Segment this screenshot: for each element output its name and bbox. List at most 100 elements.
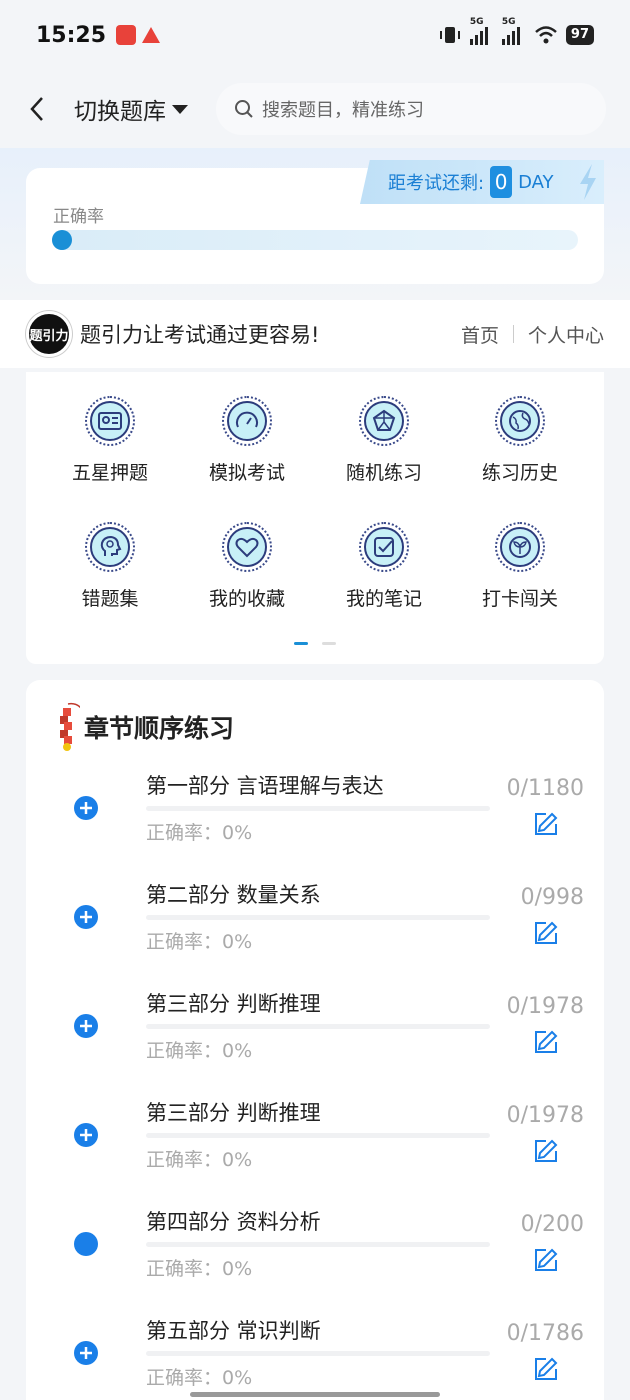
chapter-count: 0/998: [520, 885, 584, 910]
expand-dot-icon[interactable]: [74, 1232, 98, 1256]
chapter-name: 第五部分 常识判断: [146, 1319, 321, 1343]
grid-item-label: 打卡闯关: [481, 588, 558, 610]
chapter-count: 0/1978: [506, 1103, 584, 1128]
search-icon: [235, 100, 253, 118]
gauge-icon: [222, 396, 272, 446]
globe-icon: [495, 396, 545, 446]
status-time: 15:25: [36, 22, 107, 48]
expand-plus-icon[interactable]: [74, 905, 98, 929]
chapter-name: 第三部分 判断推理: [146, 992, 321, 1016]
accuracy-progress-bar: [52, 230, 578, 250]
chapter-accuracy: 正确率：0%: [146, 1149, 253, 1171]
grid-item-mock-exam[interactable]: 模拟考试: [187, 396, 307, 485]
slogan-bar: 题引力 题引力让考试通过更容易! 首页 个人中心: [0, 300, 630, 368]
accuracy-progress-indicator: [52, 230, 72, 250]
grid-item-label: 错题集: [81, 588, 139, 610]
grid-item-wrong-questions[interactable]: 错题集: [50, 522, 170, 611]
chapter-row[interactable]: 第一部分 言语理解与表达 正确率：0% 0/1180: [26, 756, 604, 865]
grid-item-random-practice[interactable]: 随机练习: [324, 396, 444, 485]
chapter-progress-bar: [146, 1242, 490, 1247]
head-icon: [85, 522, 135, 572]
expand-plus-icon[interactable]: [74, 796, 98, 820]
grid-item-favorites[interactable]: 我的收藏: [187, 522, 307, 611]
search-input[interactable]: 搜索题目，精准练习: [216, 83, 606, 135]
grid-item-five-star[interactable]: 五星押题: [50, 396, 170, 485]
expand-plus-icon[interactable]: [74, 1123, 98, 1147]
grid-pager[interactable]: [294, 642, 336, 645]
feature-grid: 五星押题 模拟考试 随机练习 练习历史 错题集 我的收藏 我的笔记 打卡闯关: [26, 372, 604, 664]
header: 切换题库 搜索题目，精准练习: [0, 70, 630, 148]
chapter-progress-bar: [146, 915, 490, 920]
chapter-accuracy: 正确率：0%: [146, 1040, 253, 1062]
expand-plus-icon[interactable]: [74, 1341, 98, 1365]
switch-bank-button[interactable]: 切换题库: [74, 92, 188, 126]
pager-dot[interactable]: [322, 642, 336, 645]
switch-bank-label: 切换题库: [74, 99, 166, 125]
edit-icon[interactable]: [532, 1028, 560, 1056]
vibrate-icon: [439, 27, 460, 43]
heart-icon: [222, 522, 272, 572]
chapter-progress-bar: [146, 806, 490, 811]
chapter-name: 第四部分 资料分析: [146, 1210, 321, 1234]
chapter-accuracy: 正确率：0%: [146, 822, 253, 844]
pager-dot-active[interactable]: [294, 642, 308, 645]
chapter-count: 0/200: [520, 1212, 584, 1237]
edit-icon[interactable]: [532, 1137, 560, 1165]
back-arrow-icon[interactable]: [24, 96, 50, 122]
chapter-count: 0/1978: [506, 994, 584, 1019]
network-icon: [359, 396, 409, 446]
grid-item-label: 五星押题: [71, 462, 148, 484]
edit-icon[interactable]: [532, 810, 560, 838]
grid-item-label: 随机练习: [345, 462, 422, 484]
home-indicator[interactable]: [190, 1392, 440, 1397]
chapter-progress-bar: [146, 1351, 490, 1356]
home-link[interactable]: 首页: [461, 321, 499, 348]
grid-item-label: 我的笔记: [345, 588, 422, 610]
chapter-accuracy: 正确率：0%: [146, 1367, 253, 1389]
app-notification-icon: [116, 25, 137, 45]
sprout-icon: [495, 522, 545, 572]
chapter-row[interactable]: 第三部分 判断推理 正确率：0% 0/1978: [26, 1083, 604, 1192]
exam-countdown-label: 距考试还剩:: [388, 173, 485, 194]
chapter-count: 0/1786: [506, 1321, 584, 1346]
slogan-links: 首页 个人中心: [461, 321, 604, 348]
grid-item-label: 我的收藏: [208, 588, 285, 610]
grid-item-notes[interactable]: 我的笔记: [324, 522, 444, 611]
status-bar: 15:25 5G 5G 97: [0, 0, 630, 70]
chapter-accuracy: 正确率：0%: [146, 1258, 253, 1280]
chapter-row[interactable]: 第五部分 常识判断 正确率：0% 0/1786: [26, 1301, 604, 1400]
chapter-practice-card: 章节顺序练习 第一部分 言语理解与表达 正确率：0% 0/1180 第二部分 数量关系…: [26, 680, 604, 1400]
edit-icon[interactable]: [532, 1355, 560, 1383]
grid-item-checkin[interactable]: 打卡闯关: [460, 522, 580, 611]
chapter-progress-bar: [146, 1133, 490, 1138]
brand-logo-icon: 题引力: [26, 311, 72, 357]
link-divider: [512, 325, 514, 343]
edit-icon[interactable]: [532, 919, 560, 947]
battery-indicator: 97: [565, 25, 594, 45]
edit-icon[interactable]: [532, 1246, 560, 1274]
chapter-row[interactable]: 第三部分 判断推理 正确率：0% 0/1978: [26, 974, 604, 1083]
chapter-name: 第一部分 言语理解与表达: [146, 774, 384, 798]
app-notification-icon-2: [142, 27, 161, 43]
expand-plus-icon[interactable]: [74, 1014, 98, 1038]
chapter-row[interactable]: 第二部分 数量关系 正确率：0% 0/998: [26, 865, 604, 974]
exam-countdown-badge: 距考试还剩: 0 DAY: [360, 160, 604, 204]
grid-item-label: 练习历史: [481, 462, 558, 484]
firecracker-icon: [60, 702, 80, 751]
user-center-link[interactable]: 个人中心: [528, 321, 604, 348]
chapter-section-title: 章节顺序练习: [84, 714, 235, 743]
chapter-accuracy: 正确率：0%: [146, 931, 253, 953]
grid-item-history[interactable]: 练习历史: [460, 396, 580, 485]
chapter-row[interactable]: 第四部分 资料分析 正确率：0% 0/200: [26, 1192, 604, 1301]
chapter-progress-bar: [146, 1024, 490, 1029]
id-card-icon: [85, 396, 135, 446]
chapter-section-header: 章节顺序练习: [54, 702, 234, 752]
lightning-icon: [580, 164, 596, 200]
search-placeholder: 搜索题目，精准练习: [262, 100, 424, 121]
signal-icon: 5G: [469, 17, 494, 45]
accuracy-label: 正确率: [53, 207, 104, 227]
grid-item-label: 模拟考试: [208, 462, 285, 484]
signal-icon-2: 5G: [501, 17, 526, 45]
wifi-icon: [535, 26, 557, 44]
chapter-name: 第三部分 判断推理: [146, 1101, 321, 1125]
